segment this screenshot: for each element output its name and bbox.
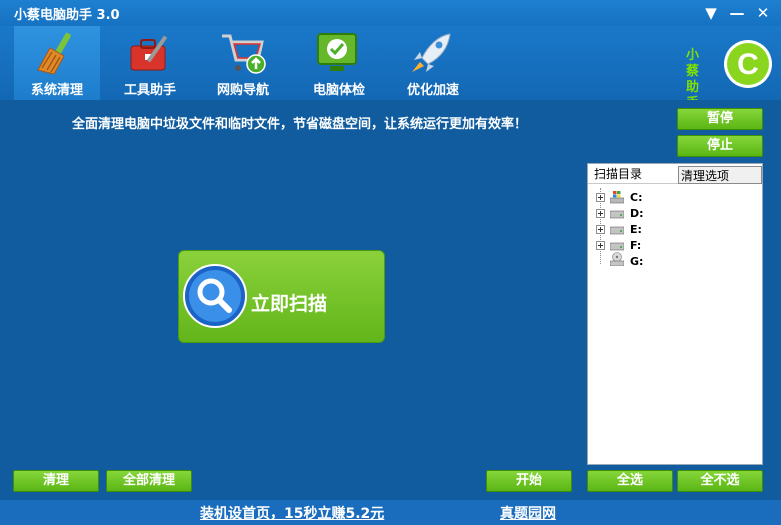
nav-label: 系统清理	[30, 83, 83, 98]
search-icon	[183, 264, 247, 328]
app-title: 小蔡电脑助手 3.0	[14, 8, 120, 23]
close-button[interactable]: ✕	[752, 2, 774, 24]
drive-label: D:	[630, 207, 644, 220]
drive-label: C:	[630, 191, 643, 204]
clean-button[interactable]: 清理	[13, 470, 99, 492]
monitor-check-icon	[317, 33, 357, 71]
toolbox-icon	[130, 35, 168, 71]
footer-bar: 装机设首页，15秒立赚5.2元 真题园网	[0, 500, 781, 525]
scan-now-label: 立即扫描	[251, 293, 328, 315]
select-all-button[interactable]: 全选	[587, 470, 673, 492]
nav-label: 优化加速	[406, 83, 459, 98]
tab-system-clean[interactable]: 系统清理	[14, 26, 100, 100]
start-button[interactable]: 开始	[486, 470, 572, 492]
minimize-button[interactable]: —	[726, 2, 748, 24]
tab-tools[interactable]: 工具助手	[107, 26, 193, 100]
stop-button[interactable]: 停止	[677, 135, 763, 157]
select-none-button[interactable]: 全不选	[677, 470, 763, 492]
main-nav: 系统清理 工具助手 网购导航 电脑体检 优化加速	[0, 26, 781, 100]
disc-drive-icon	[610, 252, 624, 266]
tab-optimize[interactable]: 优化加速	[390, 26, 476, 100]
drive-label: E:	[630, 223, 642, 236]
expand-icon[interactable]	[596, 241, 605, 250]
description-text: 全面清理电脑中垃圾文件和临时文件，节省磁盘空间，让系统运行更加有效率！	[72, 117, 528, 132]
nav-label: 网购导航	[216, 83, 269, 98]
zhentiyuan-link[interactable]: 真题园网	[500, 503, 556, 523]
tab-clean-options[interactable]: 清理选项	[678, 166, 762, 184]
nav-label: 工具助手	[123, 83, 176, 98]
hard-drive-icon	[610, 242, 624, 251]
drive-label: F:	[630, 239, 642, 252]
broom-icon	[37, 32, 71, 75]
nav-label: 电脑体检	[312, 83, 365, 98]
svg-text:C: C	[737, 48, 759, 81]
hard-drive-icon	[610, 226, 624, 235]
menu-dropdown-icon[interactable]: ▼	[700, 2, 722, 24]
expand-icon[interactable]	[596, 193, 605, 202]
homepage-promo-link[interactable]: 装机设首页，15秒立赚5.2元	[200, 503, 384, 523]
scan-directory-panel: 扫描目录 清理选项 C: D: E: F: G:	[587, 163, 763, 465]
panel-tabs: 扫描目录 清理选项	[588, 164, 762, 184]
tab-scan-directory[interactable]: 扫描目录	[594, 165, 642, 182]
main-content: 全面清理电脑中垃圾文件和临时文件，节省磁盘空间，让系统运行更加有效率！ 暂停 停…	[0, 100, 781, 500]
expand-icon[interactable]	[596, 209, 605, 218]
drive-label: G:	[630, 255, 644, 268]
expand-icon[interactable]	[596, 225, 605, 234]
rocket-icon	[412, 33, 451, 72]
tab-health-check[interactable]: 电脑体检	[296, 26, 382, 100]
logo-c-icon: C	[724, 40, 772, 88]
windows-drive-icon	[610, 191, 624, 204]
clean-all-button[interactable]: 全部清理	[106, 470, 192, 492]
title-bar: 小蔡电脑助手 3.0 ▼ — ✕	[0, 0, 781, 26]
shopping-cart-icon	[222, 34, 266, 74]
pause-button[interactable]: 暂停	[677, 108, 763, 130]
hard-drive-icon	[610, 210, 624, 219]
scan-now-button[interactable]: 立即扫描	[178, 250, 385, 343]
tab-shopping[interactable]: 网购导航	[200, 26, 286, 100]
